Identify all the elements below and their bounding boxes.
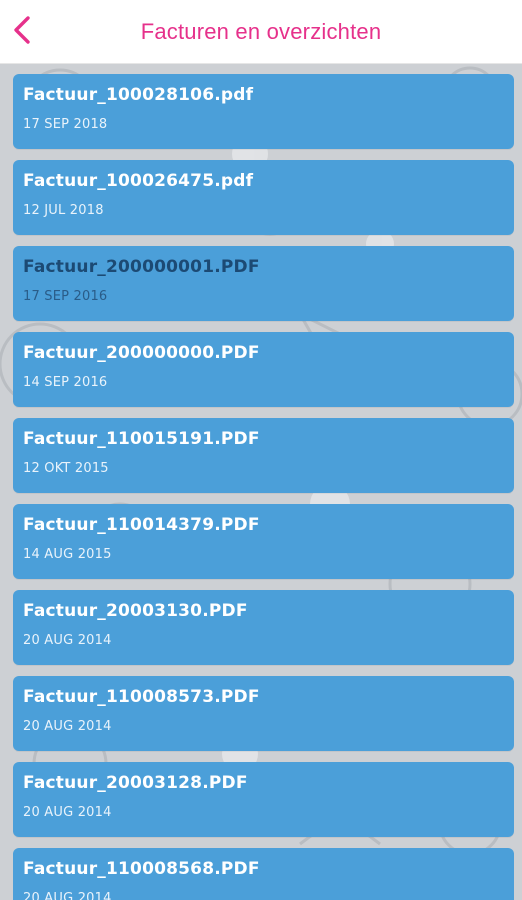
invoice-list-item[interactable]: Factuur_110008568.PDF 20 AUG 2014 bbox=[13, 848, 514, 900]
invoice-file-name: Factuur_110015191.PDF bbox=[23, 429, 260, 449]
invoice-date: 12 JUL 2018 bbox=[23, 203, 104, 218]
invoice-date: 20 AUG 2014 bbox=[23, 805, 112, 820]
invoice-file-name: Factuur_100028106.pdf bbox=[23, 85, 254, 105]
invoice-list-item[interactable]: Factuur_20003130.PDF 20 AUG 2014 bbox=[13, 590, 514, 665]
invoice-file-name: Factuur_200000000.PDF bbox=[23, 343, 260, 363]
invoice-date: 20 AUG 2014 bbox=[23, 633, 112, 648]
invoice-file-name: Factuur_20003128.PDF bbox=[23, 773, 248, 793]
invoice-file-name: Factuur_110014379.PDF bbox=[23, 515, 260, 535]
invoice-list-item[interactable]: Factuur_200000000.PDF 14 SEP 2016 bbox=[13, 332, 514, 407]
invoice-list-item[interactable]: Factuur_110014379.PDF 14 AUG 2015 bbox=[13, 504, 514, 579]
invoice-list-item[interactable]: Factuur_200000001.PDF 17 SEP 2016 bbox=[13, 246, 514, 321]
invoice-list: Factuur_100028106.pdf 17 SEP 2018 Factuur_… bbox=[13, 74, 514, 900]
invoice-date: 14 SEP 2016 bbox=[23, 375, 108, 390]
invoice-date: 20 AUG 2014 bbox=[23, 719, 112, 734]
invoice-date: 20 AUG 2014 bbox=[23, 891, 112, 900]
invoice-list-item[interactable]: Factuur_20003128.PDF 20 AUG 2014 bbox=[13, 762, 514, 837]
invoice-date: 12 OKT 2015 bbox=[23, 461, 109, 476]
invoice-file-name: Factuur_100026475.pdf bbox=[23, 171, 254, 191]
app-screen: Facturen en overzichten Factuur_10002810… bbox=[0, 0, 522, 900]
invoice-list-item[interactable]: Factuur_100026475.pdf 12 JUL 2018 bbox=[13, 160, 514, 235]
invoice-date: 17 SEP 2016 bbox=[23, 289, 108, 304]
invoice-list-item[interactable]: Factuur_100028106.pdf 17 SEP 2018 bbox=[13, 74, 514, 149]
invoice-list-area[interactable]: Factuur_100028106.pdf 17 SEP 2018 Factuur_… bbox=[0, 64, 522, 900]
invoice-date: 14 AUG 2015 bbox=[23, 547, 112, 562]
invoice-file-name: Factuur_20003130.PDF bbox=[23, 601, 248, 621]
invoice-date: 17 SEP 2018 bbox=[23, 117, 108, 132]
invoice-file-name: Factuur_110008568.PDF bbox=[23, 859, 260, 879]
invoice-file-name: Factuur_110008573.PDF bbox=[23, 687, 260, 707]
invoice-file-name: Factuur_200000001.PDF bbox=[23, 257, 260, 277]
header-bar: Facturen en overzichten bbox=[0, 0, 522, 64]
page-title: Facturen en overzichten bbox=[140, 19, 382, 44]
invoice-list-item[interactable]: Factuur_110008573.PDF 20 AUG 2014 bbox=[13, 676, 514, 751]
invoice-list-item[interactable]: Factuur_110015191.PDF 12 OKT 2015 bbox=[13, 418, 514, 493]
